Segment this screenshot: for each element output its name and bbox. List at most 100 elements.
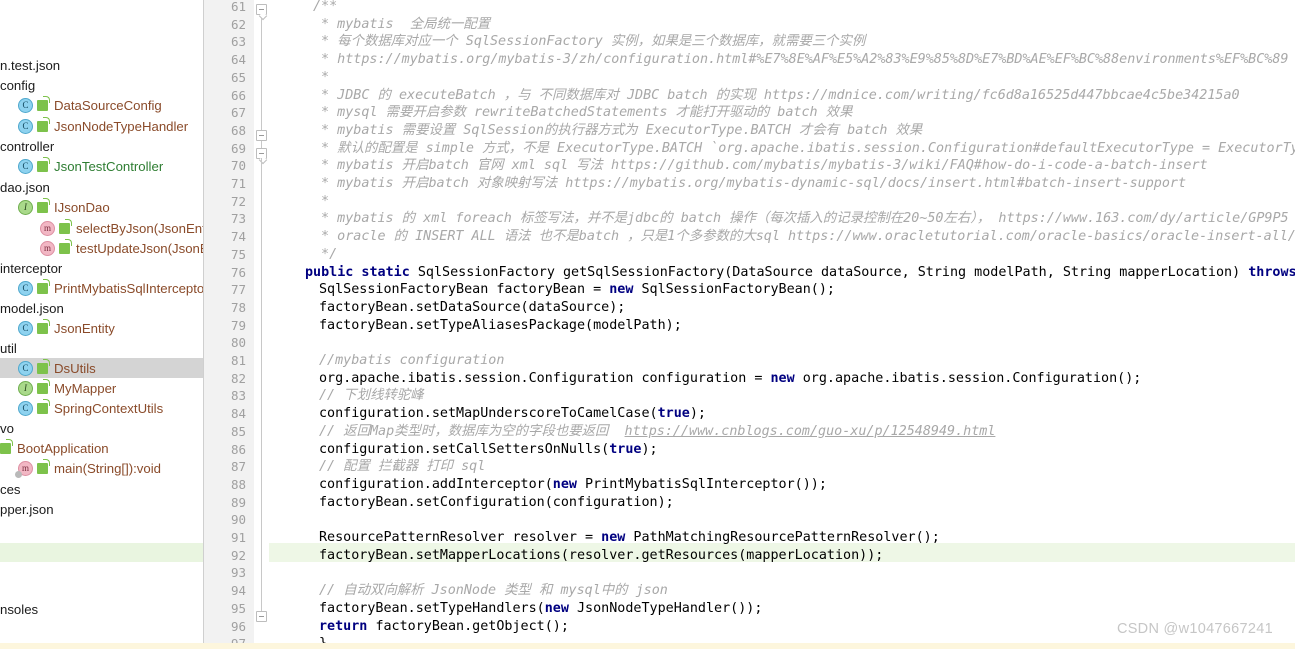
tree-item-pper-json[interactable]: pper.json <box>0 499 204 519</box>
line-number[interactable]: 74 <box>204 228 246 246</box>
tree-item-interceptor[interactable]: interceptor <box>0 258 204 278</box>
line-number[interactable]: 79 <box>204 317 246 335</box>
code-line[interactable]: * 默认的配置是 simple 方式，不是 ExecutorType.BATCH… <box>313 140 1295 158</box>
code-line[interactable]: factoryBean.setDataSource(dataSource); <box>319 299 625 317</box>
line-number[interactable]: 89 <box>204 494 246 512</box>
line-number[interactable]: 63 <box>204 33 246 51</box>
line-number[interactable]: 70 <box>204 157 246 175</box>
code-line[interactable]: * mybatis 的 xml foreach 标签写法，并不是jdbc的 ba… <box>313 210 1289 228</box>
line-number[interactable]: 61 <box>204 0 246 16</box>
tree-item-controller[interactable]: controller <box>0 136 204 156</box>
code-line[interactable]: * https://mybatis.org/mybatis-3/zh/confi… <box>313 51 1288 69</box>
code-line[interactable]: factoryBean.setTypeAliasesPackage(modelP… <box>319 317 682 335</box>
fold-collapse-icon[interactable] <box>256 130 267 141</box>
code-line[interactable]: factoryBean.setTypeHandlers(new JsonNode… <box>319 600 762 618</box>
line-number[interactable]: 90 <box>204 511 246 529</box>
line-number[interactable]: 93 <box>204 564 246 582</box>
code-line[interactable]: configuration.addInterceptor(new PrintMy… <box>319 476 827 494</box>
tree-item-selectbyjson-jsonentity-l[interactable]: m selectByJson(JsonEntity):L <box>0 218 204 238</box>
line-number[interactable]: 91 <box>204 529 246 547</box>
tree-item-springcontextutils[interactable]: C SpringContextUtils <box>0 398 204 418</box>
fold-collapse-icon[interactable] <box>256 611 267 622</box>
tree-item-dsutils[interactable]: C DsUtils <box>0 358 204 378</box>
code-line[interactable]: configuration.setMapUnderscoreToCamelCas… <box>319 405 706 423</box>
tree-item-vo[interactable]: vo <box>0 418 204 438</box>
line-number[interactable]: 87 <box>204 458 246 476</box>
tree-item-jsonnodetypehandler[interactable]: C JsonNodeTypeHandler <box>0 116 204 136</box>
tree-item-jsonentity[interactable]: C JsonEntity <box>0 318 204 338</box>
code-line[interactable]: configuration.setCallSettersOnNulls(true… <box>319 441 658 459</box>
fold-collapse-icon[interactable] <box>256 4 267 15</box>
line-number[interactable]: 68 <box>204 122 246 140</box>
tree-item-config[interactable]: config <box>0 75 204 95</box>
code-line[interactable]: public static SqlSessionFactory getSqlSe… <box>305 264 1295 282</box>
line-number[interactable]: 86 <box>204 441 246 459</box>
line-number[interactable]: 64 <box>204 51 246 69</box>
code-line[interactable]: // 下划线转驼峰 <box>319 387 424 405</box>
code-editor[interactable]: /** * mybatis 全局统一配置 * 每个数据库对应一个 SqlSess… <box>269 0 1295 649</box>
tree-item-mymapper[interactable]: I MyMapper <box>0 378 204 398</box>
code-line[interactable]: * mybatis 开启batch 对象映射写法 https://mybatis… <box>313 175 1186 193</box>
tree-item-bootapplication[interactable]: BootApplication <box>0 438 204 458</box>
code-line[interactable]: SqlSessionFactoryBean factoryBean = new … <box>319 281 835 299</box>
code-line[interactable]: factoryBean.setConfiguration(configurati… <box>319 494 674 512</box>
tree-item-dao-json[interactable]: dao.json <box>0 177 204 197</box>
code-line[interactable]: //mybatis configuration <box>319 352 504 370</box>
line-number[interactable]: 69 <box>204 140 246 158</box>
code-line[interactable]: * 每个数据库对应一个 SqlSessionFactory 实例，如果是三个数据… <box>313 33 865 51</box>
line-number[interactable]: 88 <box>204 476 246 494</box>
code-line[interactable]: factoryBean.setMapperLocations(resolver.… <box>319 547 883 565</box>
tree-item-datasourceconfig[interactable]: C DataSourceConfig <box>0 95 204 115</box>
code-line[interactable]: // 配置 拦截器 打印 sql <box>319 458 485 476</box>
code-line[interactable]: * mysql 需要开启参数 rewriteBatchedStatements … <box>313 104 852 122</box>
tree-item-main-string-void[interactable]: m main(String[]):void <box>0 458 204 478</box>
code-fold-column[interactable] <box>254 0 269 649</box>
line-number[interactable]: 73 <box>204 210 246 228</box>
code-line[interactable]: org.apache.ibatis.session.Configuration … <box>319 370 1141 388</box>
tree-item-ces[interactable]: ces <box>0 479 204 499</box>
code-line[interactable]: /** <box>313 0 337 16</box>
line-number[interactable]: 65 <box>204 69 246 87</box>
code-line[interactable]: * mybatis 需要设置 SqlSession的执行器方式为 Executo… <box>313 122 922 140</box>
line-number[interactable]: 96 <box>204 618 246 636</box>
line-number[interactable]: 78 <box>204 299 246 317</box>
line-number[interactable]: 84 <box>204 405 246 423</box>
line-number[interactable]: 72 <box>204 193 246 211</box>
code-line[interactable]: // 自动双向解析 JsonNode 类型 和 mysql中的 json <box>319 582 668 600</box>
code-line[interactable]: // 返回Map类型时，数据库为空的字段也要返回 https://www.cnb… <box>319 423 995 441</box>
line-number[interactable]: 76 <box>204 264 246 282</box>
code-line[interactable]: * mybatis 开启batch 官网 xml sql 写法 https://… <box>313 157 1208 175</box>
line-number[interactable]: 83 <box>204 387 246 405</box>
line-number-gutter[interactable]: 61 62 63 64 65 66 67 68 69 70 71 72 73 74 75 76 77 78 79 80… <box>204 0 254 649</box>
line-number[interactable]: 66 <box>204 87 246 105</box>
line-number[interactable]: 92 <box>204 547 246 565</box>
tree-item-util[interactable]: util <box>0 338 204 358</box>
tree-item-ijsondao[interactable]: I IJsonDao <box>0 197 204 217</box>
project-tree-sidebar[interactable]: n.test.json config C DataSourceConfig C JsonN… <box>0 0 204 649</box>
line-number[interactable]: 77 <box>204 281 246 299</box>
code-line[interactable]: * JDBC 的 executeBatch ，与 不同数据库对 JDBC bat… <box>313 87 1240 105</box>
code-line[interactable]: */ <box>313 246 337 264</box>
code-line[interactable]: * oracle 的 INSERT ALL 语法 也不是batch ，只是1个多… <box>313 228 1295 246</box>
line-number[interactable]: 82 <box>204 370 246 388</box>
tree-item-model-json[interactable]: model.json <box>0 298 204 318</box>
line-number[interactable]: 85 <box>204 423 246 441</box>
line-number[interactable]: 80 <box>204 334 246 352</box>
line-number[interactable]: 81 <box>204 352 246 370</box>
tree-item-jsontestcontroller[interactable]: C JsonTestController <box>0 156 204 176</box>
code-line[interactable]: * mybatis 全局统一配置 <box>313 16 490 34</box>
code-line[interactable]: * <box>313 69 329 87</box>
tree-item-n-test-json[interactable]: n.test.json <box>0 55 204 75</box>
code-line[interactable]: * <box>313 193 329 211</box>
tree-item-testupdatejson-jsonentity[interactable]: m testUpdateJson(JsonEntity <box>0 238 204 258</box>
line-number[interactable]: 71 <box>204 175 246 193</box>
tree-item-nsoles[interactable]: nsoles <box>0 599 204 619</box>
tree-item-printmybatissqlinterceptor[interactable]: C PrintMybatisSqlInterceptor <box>0 278 204 298</box>
line-number[interactable]: 75 <box>204 246 246 264</box>
code-line[interactable]: return factoryBean.getObject(); <box>319 618 569 636</box>
line-number[interactable]: 67 <box>204 104 246 122</box>
line-number[interactable]: 94 <box>204 582 246 600</box>
code-line[interactable]: ResourcePatternResolver resolver = new P… <box>319 529 940 547</box>
line-number[interactable]: 95 <box>204 600 246 618</box>
line-number[interactable]: 62 <box>204 16 246 34</box>
